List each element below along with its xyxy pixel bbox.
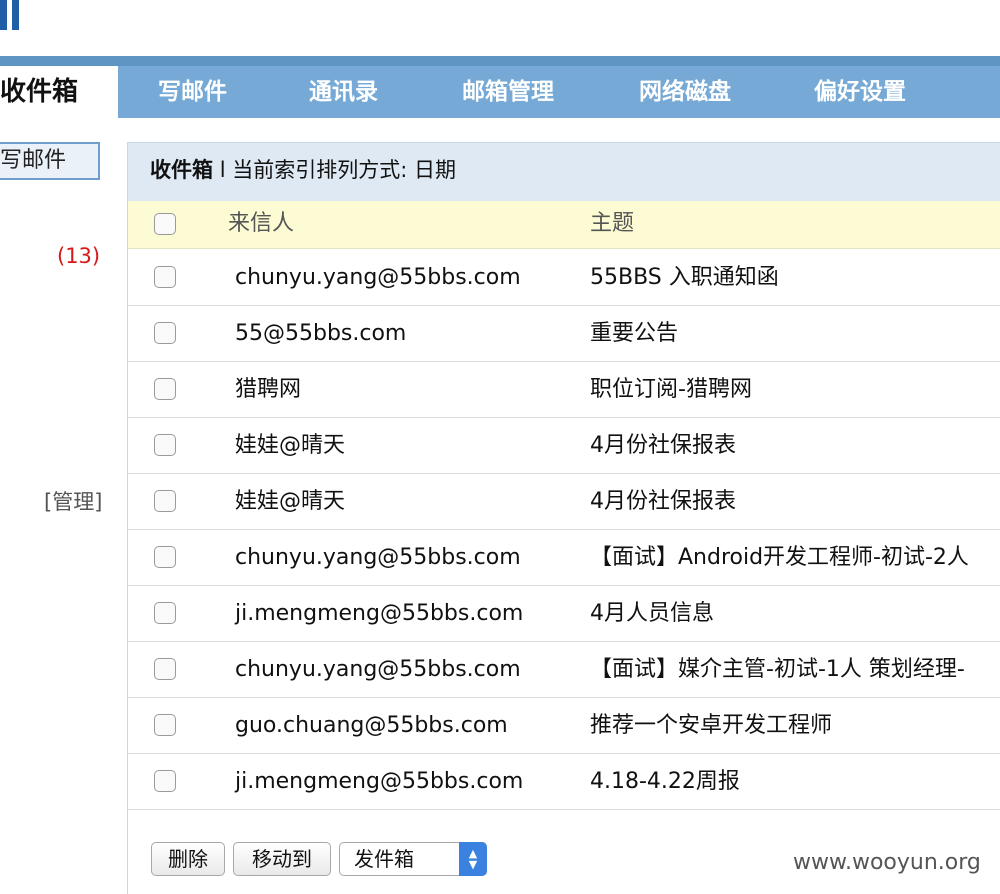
tab-inbox[interactable]: 收件箱 — [0, 66, 118, 118]
manage-link[interactable]: [管理] — [44, 486, 102, 516]
move-to-button[interactable]: 移动到 — [233, 842, 331, 876]
delete-button[interactable]: 删除 — [151, 842, 225, 876]
row-checkbox[interactable] — [154, 546, 176, 568]
panel-title: 收件箱 — [150, 158, 213, 182]
mail-subject[interactable]: 【面试】Android开发工程师-初试-2人 — [590, 530, 969, 585]
mail-subject[interactable]: 4月份社保报表 — [590, 418, 736, 473]
mail-sender[interactable]: chunyu.yang@55bbs.com — [235, 530, 521, 585]
select-all-checkbox[interactable] — [154, 213, 176, 235]
row-checkbox[interactable] — [154, 658, 176, 680]
mail-row[interactable]: 猎聘网 职位订阅-猎聘网 — [128, 362, 1000, 418]
mail-sender[interactable]: ji.mengmeng@55bbs.com — [235, 586, 523, 641]
row-checkbox[interactable] — [154, 714, 176, 736]
column-subject[interactable]: 主题 — [590, 201, 634, 247]
panel-separator: l — [219, 158, 226, 182]
unread-count[interactable]: (13) — [57, 244, 100, 268]
mail-row[interactable]: 55@55bbs.com 重要公告 — [128, 306, 1000, 362]
mail-row[interactable]: chunyu.yang@55bbs.com 【面试】媒介主管-初试-1人 策划经理… — [128, 642, 1000, 698]
updown-chevron-icon: ▲ ▼ — [459, 842, 487, 876]
mail-row[interactable]: 娃娃@晴天 4月份社保报表 — [128, 474, 1000, 530]
mail-subject[interactable]: 【面试】媒介主管-初试-1人 策划经理- — [590, 642, 965, 697]
mail-sender[interactable]: 娃娃@晴天 — [235, 418, 345, 473]
row-checkbox[interactable] — [154, 322, 176, 344]
row-checkbox[interactable] — [154, 434, 176, 456]
mail-row[interactable]: ji.mengmeng@55bbs.com 4.18-4.22周报 — [128, 754, 1000, 810]
mail-sender[interactable]: guo.chuang@55bbs.com — [235, 698, 508, 753]
mail-sender[interactable]: 55@55bbs.com — [235, 306, 406, 361]
row-checkbox[interactable] — [154, 770, 176, 792]
mail-subject[interactable]: 4.18-4.22周报 — [590, 754, 740, 809]
mail-subject[interactable]: 重要公告 — [590, 306, 678, 361]
mail-sender[interactable]: 猎聘网 — [235, 362, 301, 417]
column-header-row: 来信人 主题 — [128, 201, 1000, 249]
mail-row[interactable]: 娃娃@晴天 4月份社保报表 — [128, 418, 1000, 474]
mail-sender[interactable]: ji.mengmeng@55bbs.com — [235, 754, 523, 809]
column-from[interactable]: 来信人 — [228, 201, 294, 247]
mail-subject[interactable]: 4月人员信息 — [590, 586, 714, 641]
mail-subject[interactable]: 推荐一个安卓开发工程师 — [590, 698, 832, 753]
mail-row[interactable]: ji.mengmeng@55bbs.com 4月人员信息 — [128, 586, 1000, 642]
logo — [0, 0, 24, 30]
compose-button[interactable]: 写邮件 — [0, 142, 100, 180]
row-checkbox[interactable] — [154, 266, 176, 288]
mail-sender[interactable]: chunyu.yang@55bbs.com — [235, 642, 521, 697]
panel-header: 收件箱 l 当前索引排列方式: 日期 — [128, 143, 1000, 201]
mail-sender[interactable]: 娃娃@晴天 — [235, 474, 345, 529]
mail-row[interactable]: chunyu.yang@55bbs.com 55BBS 入职通知函 — [128, 250, 1000, 306]
tab-mailbox-management[interactable]: 邮箱管理 — [462, 66, 554, 118]
mail-sender[interactable]: chunyu.yang@55bbs.com — [235, 250, 521, 305]
mail-subject[interactable]: 职位订阅-猎聘网 — [590, 362, 752, 417]
row-checkbox[interactable] — [154, 378, 176, 400]
top-stripe — [0, 56, 1000, 66]
folder-select-value: 发件箱 — [354, 847, 414, 871]
mail-subject[interactable]: 4月份社保报表 — [590, 474, 736, 529]
tab-network-disk[interactable]: 网络磁盘 — [639, 66, 731, 118]
tab-preferences[interactable]: 偏好设置 — [814, 66, 906, 118]
sort-info: 当前索引排列方式: 日期 — [232, 158, 456, 182]
row-checkbox[interactable] — [154, 490, 176, 512]
mail-row[interactable]: guo.chuang@55bbs.com 推荐一个安卓开发工程师 — [128, 698, 1000, 754]
folder-select[interactable]: 发件箱 ▲ ▼ — [339, 842, 487, 876]
tab-contacts[interactable]: 通讯录 — [309, 66, 378, 118]
mail-subject[interactable]: 55BBS 入职通知函 — [590, 250, 779, 305]
mail-row[interactable]: chunyu.yang@55bbs.com 【面试】Android开发工程师-初试… — [128, 530, 1000, 586]
watermark: www.wooyun.org — [793, 850, 981, 875]
tab-compose[interactable]: 写邮件 — [158, 66, 227, 118]
row-checkbox[interactable] — [154, 602, 176, 624]
